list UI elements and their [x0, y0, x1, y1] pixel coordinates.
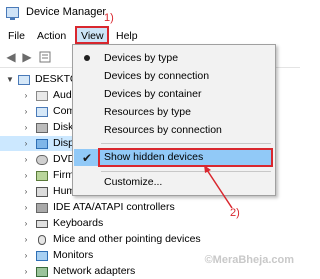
annotation-arrow: [204, 165, 233, 209]
annotation-step-2: 2): [230, 207, 240, 219]
watermark: ©MeraBheja.com: [204, 254, 294, 266]
